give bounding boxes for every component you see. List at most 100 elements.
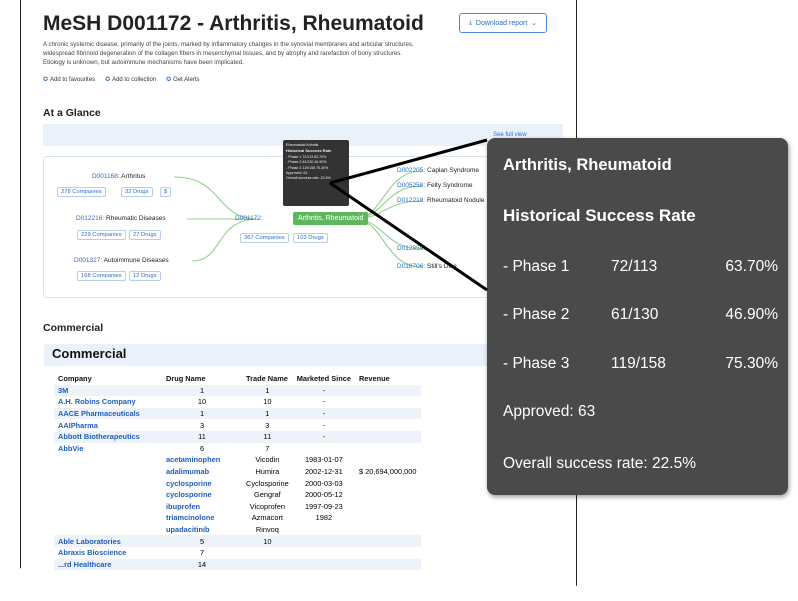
marketed-since-cell [293, 524, 355, 536]
col-revenue[interactable]: Revenue [355, 373, 421, 385]
drugs-chip[interactable]: 27 Drugs [129, 230, 161, 240]
revenue-cell [355, 419, 421, 431]
marketed-since-cell [293, 443, 355, 455]
commercial-table: Company Drug Name Trade Name Marketed Si… [54, 373, 421, 571]
plus-icon: ✪ [105, 77, 111, 83]
bell-icon: ✪ [166, 77, 172, 83]
table-row[interactable]: cyclosporine Gengraf 2000-05-12 [54, 489, 421, 501]
trade-name-cell: 10 [242, 535, 293, 547]
col-drug-name[interactable]: Drug Name [162, 373, 242, 385]
download-report-button[interactable]: ⤓ Download report ⌄ [459, 13, 547, 33]
graph-node-stills-disease[interactable]: D016706: Still's Dise [397, 263, 457, 270]
table-row[interactable]: cyclosporine Cyclosporine 2000-03-03 [54, 477, 421, 489]
company-cell [54, 454, 162, 466]
company-cell[interactable]: Able Laboratories [54, 535, 162, 547]
company-cell[interactable]: 3M [54, 384, 162, 397]
company-cell[interactable]: Abraxis Bioscience [54, 547, 162, 559]
trade-name-cell: 1 [242, 407, 293, 420]
table-row[interactable]: Abraxis Bioscience 7 [54, 547, 421, 559]
table-row[interactable]: triamcinolone Azmacort 1982 [54, 512, 421, 524]
table-row[interactable]: AAIPharma 3 3 - [54, 419, 421, 431]
drug-name-cell[interactable]: acetaminophen [162, 454, 242, 466]
revenue-cell [354, 407, 421, 420]
drug-name-cell[interactable]: ibuprofen [162, 501, 242, 513]
drugs-chip[interactable]: 12 Drugs [129, 271, 161, 281]
download-label: Download report [475, 19, 528, 27]
col-marketed-since[interactable]: Marketed Since [293, 373, 355, 385]
trade-name-cell: 11 [242, 430, 293, 443]
trade-name-cell: Rinvoq [255, 525, 279, 535]
table-row[interactable]: Able Laboratories 5 10 [54, 535, 421, 547]
company-cell[interactable]: AbbVie [54, 443, 162, 455]
graph-node-autoimmune-diseases[interactable]: D001327: Autoimmune Diseases [74, 257, 169, 264]
graph-node-arthritis[interactable]: D001168: Arthritus [92, 173, 145, 180]
drug-name-cell[interactable]: triamcinolone [162, 512, 242, 524]
tooltip-heading: Historical Success Rate [503, 206, 696, 225]
company-cell[interactable]: Abbott Biotherapeutics [54, 430, 162, 443]
company-cell[interactable]: AAIPharma [54, 419, 162, 431]
success-rate-tooltip: Arthritis, Rheumatoid Historical Success… [487, 138, 788, 495]
company-cell[interactable]: AACE Pharmaceuticals [54, 407, 162, 420]
marketed-since-cell: - [322, 420, 326, 430]
drug-name-cell: 6 [199, 443, 205, 453]
drug-name-cell[interactable]: adalimumab [162, 466, 242, 478]
trade-name-cell: Cyclosporine [246, 478, 289, 488]
commercial-panel-title: Commercial [52, 346, 127, 361]
drug-name-cell[interactable]: cyclosporine [162, 477, 242, 489]
add-favourites-link[interactable]: ✪ Add to favourites [43, 76, 95, 83]
graph-node-caplan-syndrome[interactable]: D002205: Caplan Syndrome [397, 167, 479, 174]
marketed-since-cell: - [322, 397, 326, 407]
revenue-cell [355, 443, 421, 455]
drugs-chip[interactable]: 32 Drugs [121, 187, 153, 197]
marketed-since-cell: 2002-12-31 [304, 467, 343, 477]
trade-name-cell: 1 [242, 384, 293, 397]
action-links: ✪ Add to favourites ✪ Add to collection ✪ G… [43, 76, 200, 83]
table-row[interactable]: ibuprofen Vicoprofen 1997-09-23 [54, 501, 421, 513]
company-cell [54, 466, 162, 478]
drug-name-cell: 3 [199, 420, 205, 430]
marketed-since-cell: - [292, 407, 355, 420]
col-company[interactable]: Company [54, 373, 162, 385]
trade-name-cell [242, 547, 293, 559]
revenue-cell [355, 489, 421, 501]
marketed-since-cell [292, 558, 355, 571]
graph-node-center-code: D001172: [235, 215, 263, 222]
graph-node-arthritis-rheumatoid[interactable]: Arthritis, Rheumatoid [293, 212, 369, 225]
table-row[interactable]: acetaminophen Vicodin 1983-01-07 [54, 454, 421, 466]
table-header: Company Drug Name Trade Name Marketed Si… [54, 373, 421, 385]
drugs-chip[interactable]: 103 Drugs [293, 233, 328, 243]
trade-name-cell: 3 [265, 420, 270, 430]
commercial-heading: Commercial [43, 322, 104, 334]
graph-node-felty-syndrome[interactable]: D005258: Felty Syndrome [397, 182, 473, 189]
table-row[interactable]: adalimumab Humira 2002-12-31 $ 20,694,000,0… [54, 466, 421, 478]
table-row[interactable]: Abbott Biotherapeutics 11 11- [54, 430, 421, 443]
mini-tooltip: Rheumatoid Arthritis Historical Success … [283, 140, 349, 206]
table-row[interactable]: ...rd Healthcare 14 [54, 558, 421, 571]
revenue-cell [355, 524, 421, 536]
companies-chip[interactable]: 229 Companies [77, 230, 126, 240]
col-trade-name[interactable]: Trade Name [242, 373, 293, 385]
table-row[interactable]: A.H. Robins Company 10 10 - [54, 396, 421, 408]
graph-node-rheumatoid-nodule[interactable]: D012218: Rheumatoid Nodule [397, 197, 484, 204]
companies-chip[interactable]: 168 Companies [77, 271, 126, 281]
table-row[interactable]: upadacitinib Rinvoq [54, 524, 421, 536]
table-row[interactable]: AACE Pharmaceuticals 1 1- [54, 407, 421, 420]
drug-name-cell[interactable]: cyclosporine [162, 489, 242, 501]
table-row[interactable]: AbbVie 6 7 [54, 443, 421, 455]
companies-chip[interactable]: 367 Companies [240, 233, 289, 243]
drug-name-cell[interactable]: upadacitinib [162, 524, 242, 536]
graph-node-rheumatic-diseases[interactable]: D012216: Rheumatic Diseases [76, 215, 166, 222]
add-collection-link[interactable]: ✪ Add to collection [105, 76, 156, 83]
company-cell[interactable]: ...rd Healthcare [54, 558, 162, 571]
revenue-cell [354, 558, 421, 571]
tooltip-overall: Overall success rate: 22.5% [503, 455, 696, 472]
get-alerts-link[interactable]: ✪ Get Alerts [166, 76, 199, 83]
tooltip-approved: Approved: 63 [503, 403, 596, 420]
graph-node-d012859[interactable]: D012859: [397, 245, 425, 252]
table-row[interactable]: 3M 1 1- [54, 384, 421, 397]
trade-name-cell: Azmacort [251, 513, 283, 523]
company-cell[interactable]: A.H. Robins Company [54, 396, 162, 408]
companies-chip[interactable]: 278 Companies [57, 187, 106, 197]
drug-name-cell: 5 [162, 535, 242, 547]
revenue-chip[interactable]: $ [160, 187, 172, 197]
